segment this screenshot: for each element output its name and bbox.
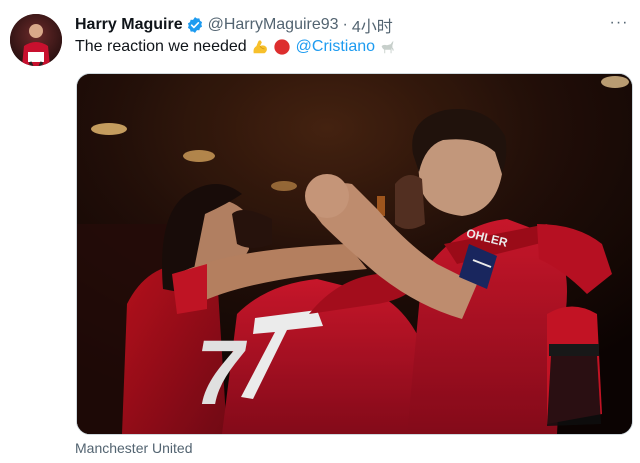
- avatar-image: [10, 14, 62, 66]
- more-options-icon[interactable]: ···: [606, 12, 632, 34]
- media-caption[interactable]: Manchester United: [75, 440, 193, 456]
- tweet-media-photo[interactable]: OHLER 7: [76, 73, 633, 435]
- author-handle[interactable]: @HarryMaguire93: [208, 16, 339, 34]
- tweet-timestamp[interactable]: 4小时: [352, 13, 393, 37]
- tweet-body: The reaction we needed: [75, 38, 247, 55]
- tweet-text: The reaction we needed @Cristiano: [75, 38, 396, 56]
- tweet-header: Harry Maguire @HarryMaguire93 · 4小时: [75, 14, 393, 36]
- verified-badge-icon: [187, 17, 202, 33]
- separator-dot: ·: [342, 16, 348, 33]
- goat-icon: [381, 40, 394, 54]
- tweet: Harry Maguire @HarryMaguire93 · 4小时 ··· …: [0, 0, 640, 463]
- celebration-photo: OHLER 7: [77, 74, 632, 434]
- mention-link[interactable]: @Cristiano: [296, 38, 375, 56]
- red-circle-icon: [274, 39, 290, 55]
- flexed-biceps-icon: [253, 40, 267, 54]
- avatar[interactable]: [10, 14, 62, 66]
- author-name[interactable]: Harry Maguire: [75, 16, 183, 34]
